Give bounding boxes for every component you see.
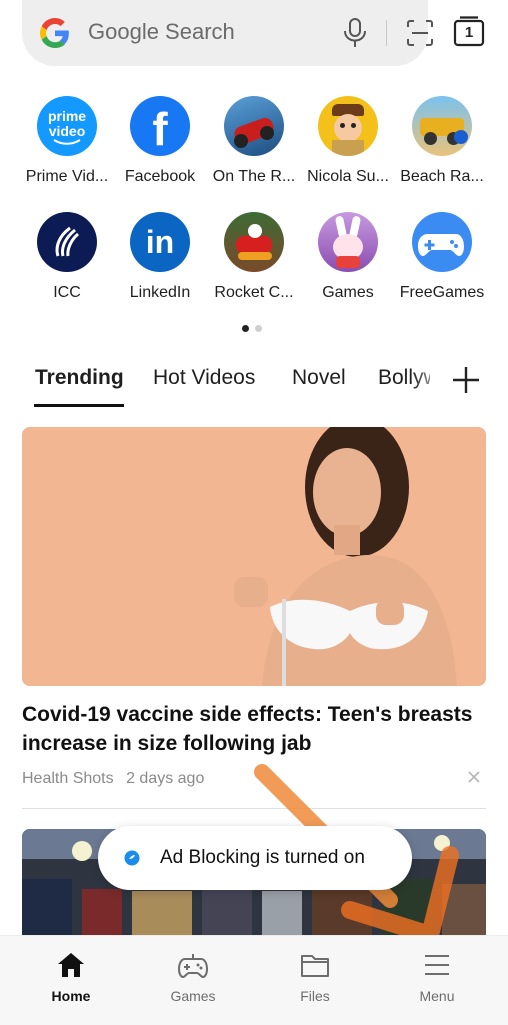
nav-label: Menu bbox=[419, 988, 455, 1004]
gamepad-icon bbox=[177, 954, 209, 979]
article-headline[interactable]: Covid-19 vaccine side effects: Teen's br… bbox=[22, 700, 492, 758]
prime-video-icon: prime video bbox=[37, 96, 97, 156]
shortcut-on-the-road[interactable]: On The R... bbox=[207, 96, 301, 186]
search-input[interactable]: Google Search bbox=[88, 19, 235, 45]
nav-menu[interactable]: Menu bbox=[387, 950, 487, 1004]
shortcut-label: FreeGames bbox=[399, 284, 485, 301]
article-divider bbox=[22, 808, 486, 809]
shortcut-label: Games bbox=[322, 284, 374, 301]
microphone-icon[interactable] bbox=[342, 17, 368, 49]
search-bar[interactable]: Google Search bbox=[22, 0, 433, 66]
bottom-nav: Home Games Files Menu bbox=[0, 935, 508, 1025]
gamepad-icon bbox=[412, 212, 472, 272]
nav-files[interactable]: Files bbox=[265, 950, 365, 1004]
active-tab-indicator bbox=[34, 404, 124, 407]
add-tab-icon[interactable] bbox=[450, 364, 482, 396]
page-indicator bbox=[242, 325, 262, 332]
article-time: 2 days ago bbox=[126, 770, 205, 787]
shortcut-label: LinkedIn bbox=[129, 284, 191, 301]
shortcut-label: Facebook bbox=[124, 168, 196, 185]
rocket-car-icon bbox=[224, 212, 284, 272]
cartoon-character-icon bbox=[318, 96, 378, 156]
bunny-game-icon bbox=[318, 212, 378, 272]
tabs-fade bbox=[412, 360, 450, 404]
dismiss-article-icon[interactable] bbox=[466, 769, 482, 785]
toast-text: Ad Blocking is turned on bbox=[160, 847, 365, 868]
shortcut-nicola[interactable]: Nicola Su... bbox=[301, 96, 395, 186]
shield-icon bbox=[124, 850, 140, 866]
scan-icon[interactable] bbox=[406, 19, 434, 47]
tab-hot-videos[interactable]: Hot Videos bbox=[153, 366, 255, 390]
tab-count: 1 bbox=[464, 24, 474, 41]
page-dot bbox=[255, 325, 262, 332]
article-photo bbox=[22, 427, 486, 686]
tab-novel[interactable]: Novel bbox=[292, 366, 346, 390]
shortcut-icc[interactable]: ICC bbox=[20, 212, 114, 302]
shortcut-beach-racing[interactable]: Beach Ra... bbox=[395, 96, 489, 186]
shortcut-label: ICC bbox=[53, 284, 81, 301]
shortcut-label: Beach Ra... bbox=[400, 168, 484, 185]
shortcut-linkedin[interactable]: in LinkedIn bbox=[113, 212, 207, 302]
article-image[interactable] bbox=[22, 427, 486, 686]
hamburger-menu-icon bbox=[425, 955, 449, 975]
shortcut-freegames[interactable]: FreeGames bbox=[395, 212, 489, 302]
search-divider bbox=[386, 20, 387, 46]
motorbike-race-icon bbox=[224, 96, 284, 156]
shortcut-label: Rocket C... bbox=[214, 284, 294, 301]
nav-games[interactable]: Games bbox=[143, 950, 243, 1004]
ad-blocking-toast: Ad Blocking is turned on bbox=[98, 826, 412, 890]
nav-label: Home bbox=[51, 988, 91, 1004]
google-logo-icon bbox=[40, 18, 69, 48]
article-meta: Health Shots 2 days ago bbox=[22, 770, 204, 788]
nav-home[interactable]: Home bbox=[21, 950, 121, 1004]
home-icon bbox=[58, 953, 84, 977]
linkedin-icon: in bbox=[130, 212, 190, 272]
folder-icon bbox=[301, 955, 329, 977]
facebook-icon: f bbox=[130, 96, 190, 156]
shortcut-label: On The R... bbox=[212, 168, 296, 185]
nav-label: Games bbox=[170, 988, 216, 1004]
shortcut-games[interactable]: Games bbox=[301, 212, 395, 302]
shortcut-facebook[interactable]: f Facebook bbox=[113, 96, 207, 186]
beach-racing-car-icon bbox=[412, 96, 472, 156]
shortcut-label: Nicola Su... bbox=[307, 168, 389, 185]
tab-trending[interactable]: Trending bbox=[35, 366, 124, 390]
nav-label: Files bbox=[300, 988, 330, 1004]
shortcut-prime-video[interactable]: prime video Prime Vid... bbox=[20, 96, 114, 186]
article-source: Health Shots bbox=[22, 770, 114, 787]
shortcut-rocket-car[interactable]: Rocket C... bbox=[207, 212, 301, 302]
icc-icon bbox=[37, 212, 97, 272]
tab-switcher-button[interactable]: 1 bbox=[452, 15, 486, 49]
page-dot-active bbox=[242, 325, 249, 332]
shortcut-label: Prime Vid... bbox=[25, 168, 109, 185]
